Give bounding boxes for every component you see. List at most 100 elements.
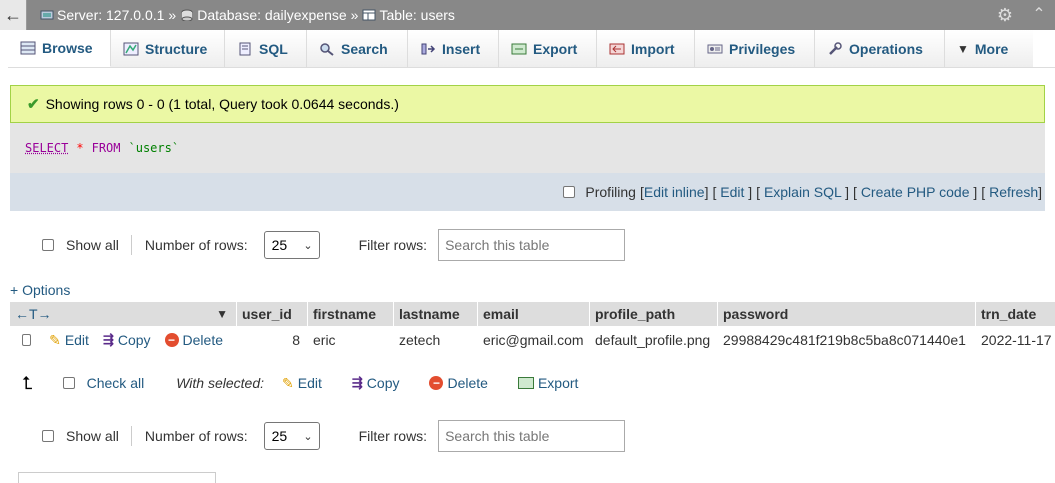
row-edit-button[interactable]: ✎ Edit xyxy=(49,332,89,349)
edit-link[interactable]: Edit xyxy=(720,184,744,200)
filter-rows-input[interactable]: Search this table xyxy=(438,420,625,452)
column-label: password xyxy=(723,306,788,322)
row-checkbox[interactable] xyxy=(22,334,31,346)
column-label: email xyxy=(483,306,519,322)
column-label: user_id xyxy=(242,306,292,322)
column-header-user-id[interactable]: user_id xyxy=(237,302,308,326)
tab-operations[interactable]: Operations xyxy=(815,30,945,67)
chevron-down-icon: ⌄ xyxy=(303,430,312,443)
bulk-export-button[interactable]: Export xyxy=(518,375,578,391)
show-all-checkbox[interactable] xyxy=(42,239,54,251)
number-of-rows-select[interactable]: 25 ⌄ xyxy=(264,422,320,450)
tab-browse[interactable]: Browse xyxy=(8,30,111,67)
row-copy-button[interactable]: ⇶ Copy xyxy=(103,332,151,348)
tab-insert[interactable]: Insert xyxy=(408,30,499,67)
delete-label: Delete xyxy=(183,332,223,348)
copy-icon: ⇶ xyxy=(352,375,363,391)
sql-keyword-select[interactable]: SELECT xyxy=(25,141,68,155)
tab-label: Browse xyxy=(42,40,93,56)
tab-bar: Browse Structure SQL Search Insert Expor… xyxy=(8,30,1055,68)
number-of-rows-label: Number of rows: xyxy=(145,428,248,444)
gear-icon[interactable]: ⚙ xyxy=(996,6,1014,24)
profiling-checkbox[interactable] xyxy=(563,186,575,198)
collapse-icon[interactable]: ⌃ xyxy=(1030,6,1048,24)
insert-icon xyxy=(420,42,436,56)
profiling-label: Profiling xyxy=(585,184,636,200)
show-all-checkbox[interactable] xyxy=(42,430,54,442)
cell-lastname[interactable]: zetech xyxy=(394,327,478,353)
column-header-trn-date[interactable]: trn_date xyxy=(976,302,1055,326)
sql-links-bar: Profiling [Edit inline] [ Edit ] [ Expla… xyxy=(10,173,1045,211)
column-label: lastname xyxy=(399,306,460,322)
table-row: ✎ Edit ⇶ Copy − Delete 8 eric zetech eri… xyxy=(10,327,1055,353)
edit-label: Edit xyxy=(65,332,89,348)
tab-more[interactable]: ▼ More xyxy=(945,30,1033,67)
breadcrumb-table[interactable]: Table: users xyxy=(362,0,454,30)
copy-icon: ⇶ xyxy=(103,332,114,348)
filter-rows-label: Filter rows: xyxy=(359,428,427,444)
tab-sql[interactable]: SQL xyxy=(225,30,307,67)
sort-dropdown-icon[interactable]: ▼ xyxy=(216,307,228,321)
privileges-icon xyxy=(707,42,723,56)
sql-query-box: SELECT * FROM `users` xyxy=(10,123,1045,173)
export-label: Export xyxy=(538,375,578,391)
column-header-firstname[interactable]: firstname xyxy=(308,302,394,326)
column-header-email[interactable]: email xyxy=(478,302,590,326)
rows-value: 25 xyxy=(272,428,288,444)
check-all-label[interactable]: Check all xyxy=(87,375,145,391)
tab-export[interactable]: Export xyxy=(499,30,597,67)
checkmark-icon: ✔ xyxy=(27,95,40,113)
delete-label: Delete xyxy=(447,375,487,391)
bulk-delete-button[interactable]: − Delete xyxy=(429,375,487,391)
row-delete-button[interactable]: − Delete xyxy=(165,332,223,348)
back-arrow-icon[interactable]: ← xyxy=(0,0,27,30)
success-message: ✔ Showing rows 0 - 0 (1 total, Query too… xyxy=(10,85,1045,123)
breadcrumb-database[interactable]: Database: dailyexpense xyxy=(180,0,346,30)
bulk-copy-button[interactable]: ⇶ Copy xyxy=(352,375,400,391)
column-controls-header: ←T→ ▼ xyxy=(10,302,237,326)
rows-value: 25 xyxy=(272,237,288,253)
tab-structure[interactable]: Structure xyxy=(111,30,225,67)
bulk-edit-button[interactable]: ✎ Edit xyxy=(282,375,322,392)
breadcrumb: Server: 127.0.0.1 » Database: dailyexpen… xyxy=(40,0,455,30)
query-results-operations-box xyxy=(18,472,216,483)
success-message-text: Showing rows 0 - 0 (1 total, Query took … xyxy=(46,96,399,112)
breadcrumb-server[interactable]: Server: 127.0.0.1 xyxy=(40,0,164,30)
edit-inline-link[interactable]: Edit inline xyxy=(644,184,705,200)
sql-table-name: `users` xyxy=(129,141,180,155)
cell-password[interactable]: 29988429c481f219b8c5ba8c071440e1 xyxy=(718,327,976,353)
wrench-icon xyxy=(827,42,843,56)
create-php-code-link[interactable]: Create PHP code xyxy=(861,184,970,200)
delete-icon: − xyxy=(165,333,179,347)
cell-profile-path[interactable]: default_profile.png xyxy=(590,327,718,353)
tab-label: Search xyxy=(341,41,388,57)
breadcrumb-table-label: Table: users xyxy=(379,0,454,30)
table-icon xyxy=(362,9,376,21)
column-header-lastname[interactable]: lastname xyxy=(394,302,478,326)
refresh-link[interactable]: Refresh xyxy=(989,184,1038,200)
options-link[interactable]: + Options xyxy=(10,282,70,298)
check-all-checkbox[interactable] xyxy=(63,377,75,389)
tab-search[interactable]: Search xyxy=(307,30,408,67)
arrow-up-left-icon: ⮤ xyxy=(22,373,33,394)
cell-firstname[interactable]: eric xyxy=(308,327,394,353)
chevron-down-icon: ▼ xyxy=(957,42,969,56)
pencil-icon: ✎ xyxy=(282,375,294,392)
tab-import[interactable]: Import xyxy=(597,30,695,67)
tab-label: Structure xyxy=(145,41,207,57)
number-of-rows-select[interactable]: 25 ⌄ xyxy=(264,231,320,259)
tab-label: SQL xyxy=(259,41,288,57)
filter-rows-input[interactable]: Search this table xyxy=(438,229,625,261)
tab-label: Import xyxy=(631,41,675,57)
explain-sql-link[interactable]: Explain SQL xyxy=(764,184,841,200)
cell-user-id[interactable]: 8 xyxy=(237,327,308,353)
breadcrumb-separator: » xyxy=(168,0,176,30)
import-icon xyxy=(609,42,625,56)
column-header-profile-path[interactable]: profile_path xyxy=(590,302,718,326)
tab-privileges[interactable]: Privileges xyxy=(695,30,815,67)
cell-trn-date[interactable]: 2022-11-17 xyxy=(976,327,1055,353)
column-header-password[interactable]: password xyxy=(718,302,976,326)
column-arrows-icon[interactable]: ←T→ xyxy=(15,306,52,322)
database-icon xyxy=(180,9,194,21)
cell-email[interactable]: eric@gmail.com xyxy=(478,327,590,353)
